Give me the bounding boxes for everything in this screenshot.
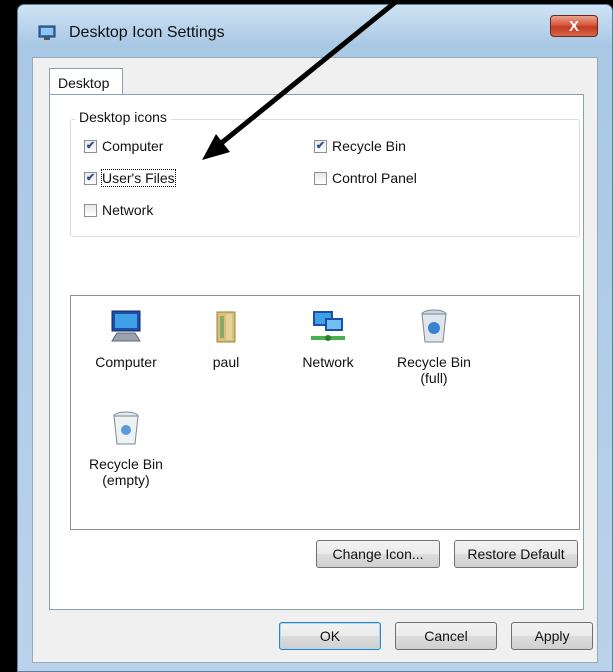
checkbox-users-files[interactable]: ✔ User's Files [84,169,176,187]
computer-icon [111,310,141,342]
list-item[interactable]: Network [283,306,373,370]
checkbox-computer[interactable]: ✔ Computer [84,138,163,154]
ok-button[interactable]: OK [279,622,381,650]
checkbox-box[interactable] [314,171,327,185]
cancel-button[interactable]: Cancel [395,622,497,650]
desktop-tab-panel: Desktop icons ✔ Computer ✔ User's Files … [49,94,584,610]
desktop-settings-icon [38,25,56,40]
user-folder-icon [216,311,236,343]
list-item-label: Recycle Bin (empty) [89,456,163,488]
window-title: Desktop Icon Settings [69,24,225,41]
group-title: Desktop icons [75,109,171,125]
checkbox-box[interactable]: ✔ [314,139,327,153]
list-item-label: paul [212,354,240,370]
network-icon [311,311,345,341]
list-item[interactable]: Recycle Bin (full) [389,306,479,386]
dialog-window: Desktop Icon Settings X Desktop Desktop … [17,4,613,672]
checkbox-box[interactable] [84,203,97,217]
apply-button[interactable]: Apply [511,622,593,650]
checkbox-recycle-bin[interactable]: ✔ Recycle Bin [314,138,406,154]
checkbox-control-panel[interactable]: Control Panel [314,170,417,186]
list-item-label: Network [302,354,354,370]
checkbox-label: User's Files [101,169,176,187]
checkbox-label: Control Panel [332,170,417,186]
checkbox-label: Network [102,202,154,218]
title-bar[interactable]: Desktop Icon Settings X [18,5,612,57]
close-button[interactable]: X [550,15,598,37]
recycle-bin-full-icon [421,309,447,343]
list-item[interactable]: Recycle Bin (empty) [81,408,171,488]
list-item-label: Computer [95,354,157,370]
checkbox-network[interactable]: Network [84,202,153,218]
checkbox-label: Recycle Bin [332,138,406,154]
checkbox-label: Computer [102,138,164,154]
checkbox-box[interactable]: ✔ [84,139,97,153]
checkbox-box[interactable]: ✔ [84,171,97,185]
recycle-bin-empty-icon [113,411,139,445]
list-item-label: Recycle Bin (full) [397,354,471,386]
dialog-client-area: Desktop Desktop icons ✔ Computer ✔ User'… [32,57,598,663]
tab-desktop[interactable]: Desktop [49,68,123,95]
list-item[interactable]: Computer [81,306,171,370]
change-icon-button[interactable]: Change Icon... [316,540,440,568]
restore-default-button[interactable]: Restore Default [454,540,578,568]
desktop-icon-list[interactable]: Computer paul Network Recycle Bin (full)… [70,295,580,530]
list-item[interactable]: paul [181,306,271,370]
